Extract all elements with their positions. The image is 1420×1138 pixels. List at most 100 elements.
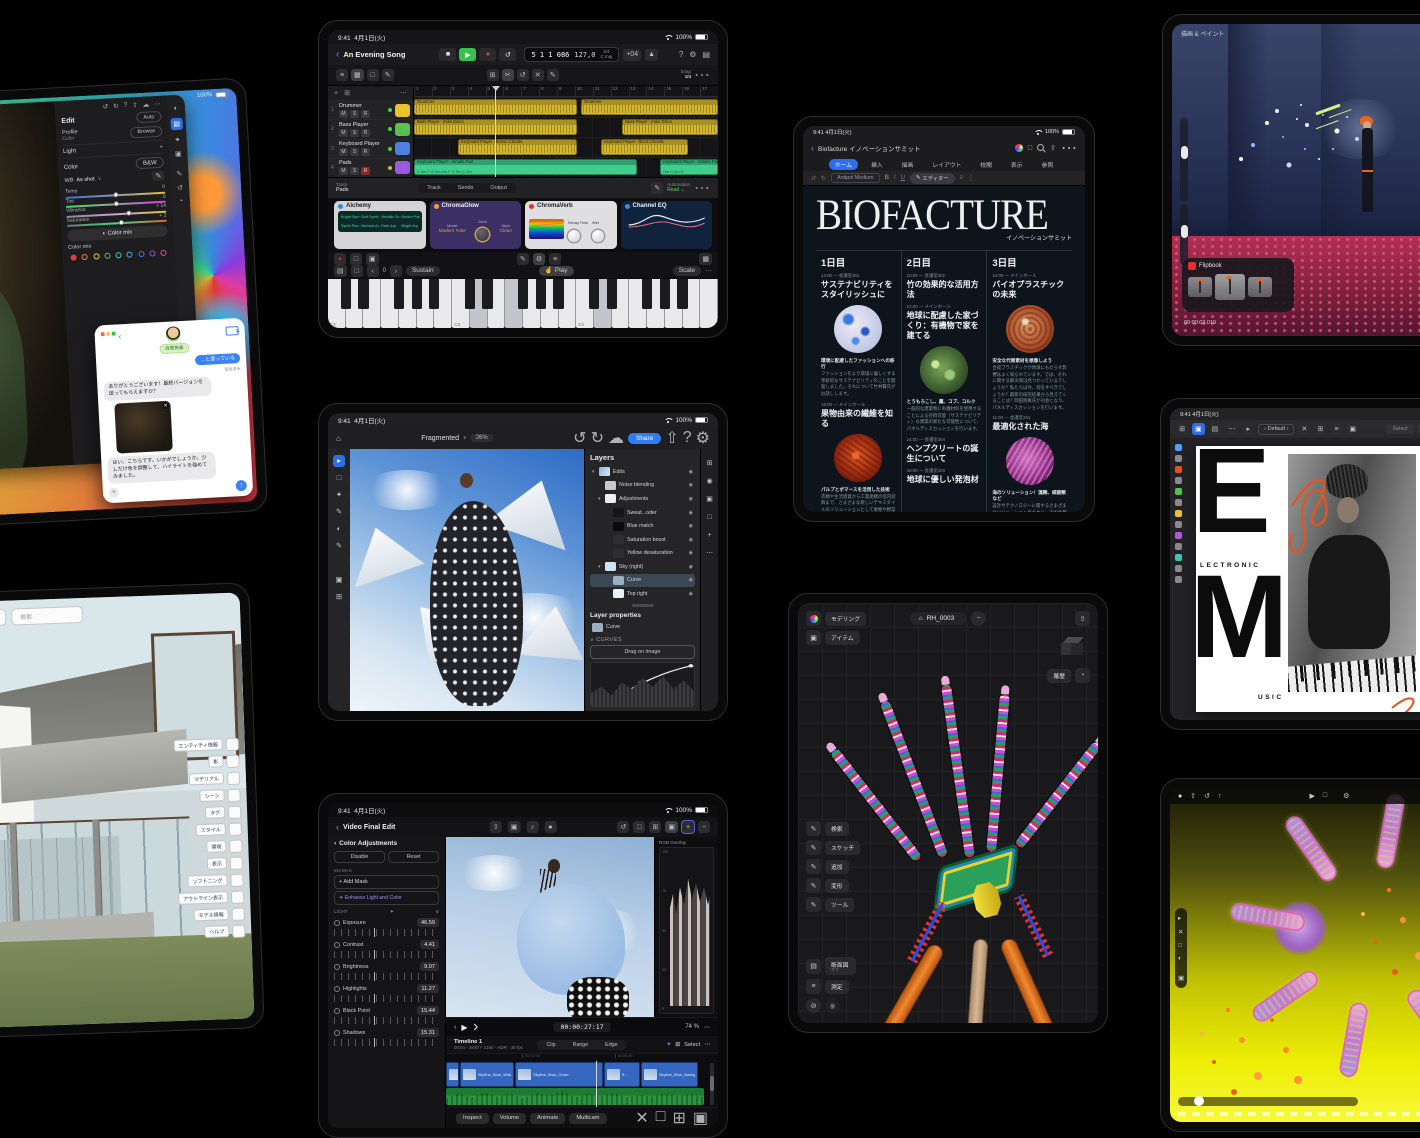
ribbon-tab[interactable]: 参照 — [1036, 159, 1060, 170]
layers-icon[interactable] — [1209, 423, 1222, 435]
curves-graph[interactable] — [590, 662, 695, 707]
smart-controls-icon[interactable] — [533, 253, 545, 265]
timeline-tool-button[interactable]: Inspect — [456, 1113, 489, 1124]
pencil-icon[interactable] — [517, 253, 529, 265]
more-icon[interactable] — [694, 178, 710, 198]
more-icon[interactable] — [703, 547, 716, 559]
panel-icon[interactable] — [230, 856, 243, 869]
tool-item[interactable]: スケッチ — [806, 840, 860, 855]
canvas[interactable] — [350, 449, 584, 711]
render-icon[interactable] — [1178, 974, 1184, 982]
items-button[interactable]: アイテム — [825, 631, 860, 645]
remove-icon[interactable] — [698, 821, 710, 833]
undo-icon[interactable] — [103, 103, 109, 111]
black-key[interactable] — [589, 279, 599, 309]
editors-icon[interactable] — [382, 69, 394, 81]
add-icon[interactable] — [682, 821, 694, 833]
tool-icon[interactable] — [1175, 455, 1182, 462]
camera-icon[interactable] — [508, 821, 521, 833]
mic-icon[interactable] — [526, 821, 538, 833]
ribbon-tab[interactable]: 校閲 — [974, 159, 998, 170]
undo-icon[interactable] — [617, 821, 629, 833]
orbit-icon[interactable] — [1204, 792, 1210, 800]
panel-icon[interactable] — [232, 924, 245, 937]
next-frame-icon[interactable] — [473, 1018, 478, 1036]
white-key[interactable] — [700, 279, 718, 328]
tool-icon[interactable] — [1175, 532, 1182, 539]
record-icon[interactable] — [544, 821, 556, 833]
video-clip[interactable] — [446, 1062, 459, 1087]
region[interactable]: Drummer — [581, 99, 718, 115]
count-in-button[interactable]: +04 — [623, 49, 641, 61]
split-keys-icon[interactable] — [351, 265, 363, 277]
select-icon[interactable] — [1178, 914, 1184, 922]
panel-icon[interactable] — [226, 754, 239, 767]
pages-icon[interactable] — [1176, 423, 1188, 435]
bar-ruler[interactable]: 1234567891011121314151617 — [414, 86, 718, 97]
add-layer-icon[interactable] — [704, 529, 716, 541]
libraries-icon[interactable] — [704, 511, 716, 523]
lasso-tool-icon[interactable] — [333, 489, 345, 501]
panel-shortcut[interactable]: エンティティ情報 — [173, 737, 239, 752]
visibility-icon[interactable] — [689, 510, 693, 516]
color-dot[interactable] — [115, 252, 121, 258]
black-key[interactable] — [394, 279, 404, 309]
brush-tool-icon[interactable] — [333, 506, 345, 518]
underline-button[interactable]: U — [901, 175, 905, 181]
layer-row[interactable]: Yellow desaturation — [590, 546, 695, 560]
grid-icon[interactable] — [366, 253, 379, 265]
ribbon-tab[interactable]: 描画 — [896, 159, 920, 170]
loop-tool-icon[interactable] — [517, 69, 529, 81]
drag-on-image-button[interactable]: Drag on image — [590, 645, 695, 659]
audio-track[interactable] — [446, 1088, 718, 1107]
black-key[interactable] — [677, 279, 687, 309]
adjustment-slider[interactable]: Highlights11.27 — [334, 984, 439, 1002]
layer-row[interactable]: Noise blending — [590, 479, 695, 493]
faders-icon[interactable] — [549, 253, 561, 265]
brush-size-slider[interactable] — [1180, 118, 1188, 202]
tracks-view-icon[interactable] — [351, 69, 364, 81]
plugin-channeleq[interactable]: Channel EQ — [621, 201, 713, 249]
visibility-icon[interactable] — [689, 537, 693, 543]
viewer-options-icon[interactable] — [633, 821, 645, 833]
align-icon[interactable] — [960, 175, 964, 181]
frame-thumbnail-current[interactable] — [1215, 274, 1245, 300]
video-clip[interactable]: S... — [604, 1062, 640, 1087]
hide-button[interactable]: ⊘ — [806, 998, 821, 1013]
panel-icon[interactable] — [229, 822, 242, 835]
live-loops-icon[interactable] — [367, 69, 379, 81]
tool-icon[interactable] — [1175, 499, 1182, 506]
black-key[interactable] — [412, 279, 422, 309]
import-icon[interactable] — [1190, 792, 1196, 800]
black-key[interactable] — [429, 279, 439, 309]
back-icon[interactable] — [811, 143, 814, 153]
history-button[interactable]: 履歴 — [1047, 669, 1071, 683]
document-pill[interactable]: RH_0003 — [910, 612, 967, 625]
scale-button[interactable]: Scale — [673, 266, 701, 277]
list-icon[interactable] — [968, 175, 974, 182]
timeline-scrollbar[interactable] — [710, 1063, 714, 1105]
bw-button[interactable]: B&W — [136, 157, 164, 169]
tool-icon[interactable] — [1175, 565, 1182, 572]
tool-icon[interactable] — [1175, 576, 1182, 583]
healing-tool-icon[interactable] — [333, 557, 345, 569]
more-icon[interactable] — [154, 100, 161, 108]
editor-button[interactable]: エディター — [910, 173, 955, 184]
redo-icon[interactable] — [821, 175, 826, 182]
layer-row[interactable]: Blue match — [590, 519, 695, 533]
panel-shortcut[interactable]: ヘルプ — [204, 924, 245, 938]
previous-frame-icon[interactable] — [454, 1024, 456, 1031]
record-chip-icon[interactable] — [334, 253, 346, 265]
settings-icon[interactable] — [1343, 792, 1349, 800]
add-track-icon[interactable] — [334, 90, 338, 97]
back-icon[interactable] — [118, 331, 122, 341]
panel-shortcut[interactable]: 影 — [208, 754, 239, 768]
tool-item[interactable]: 変形 — [806, 878, 860, 893]
select-button[interactable]: Select — [684, 1042, 700, 1048]
frame-thumbnail[interactable] — [1188, 277, 1212, 297]
boolean-icon[interactable] — [1346, 423, 1359, 435]
color-dot[interactable] — [82, 254, 88, 260]
black-key[interactable] — [341, 279, 351, 309]
document-title[interactable]: Biofacture イノベーションサミット — [818, 143, 920, 153]
color-section[interactable]: Color B&W — [63, 153, 164, 173]
